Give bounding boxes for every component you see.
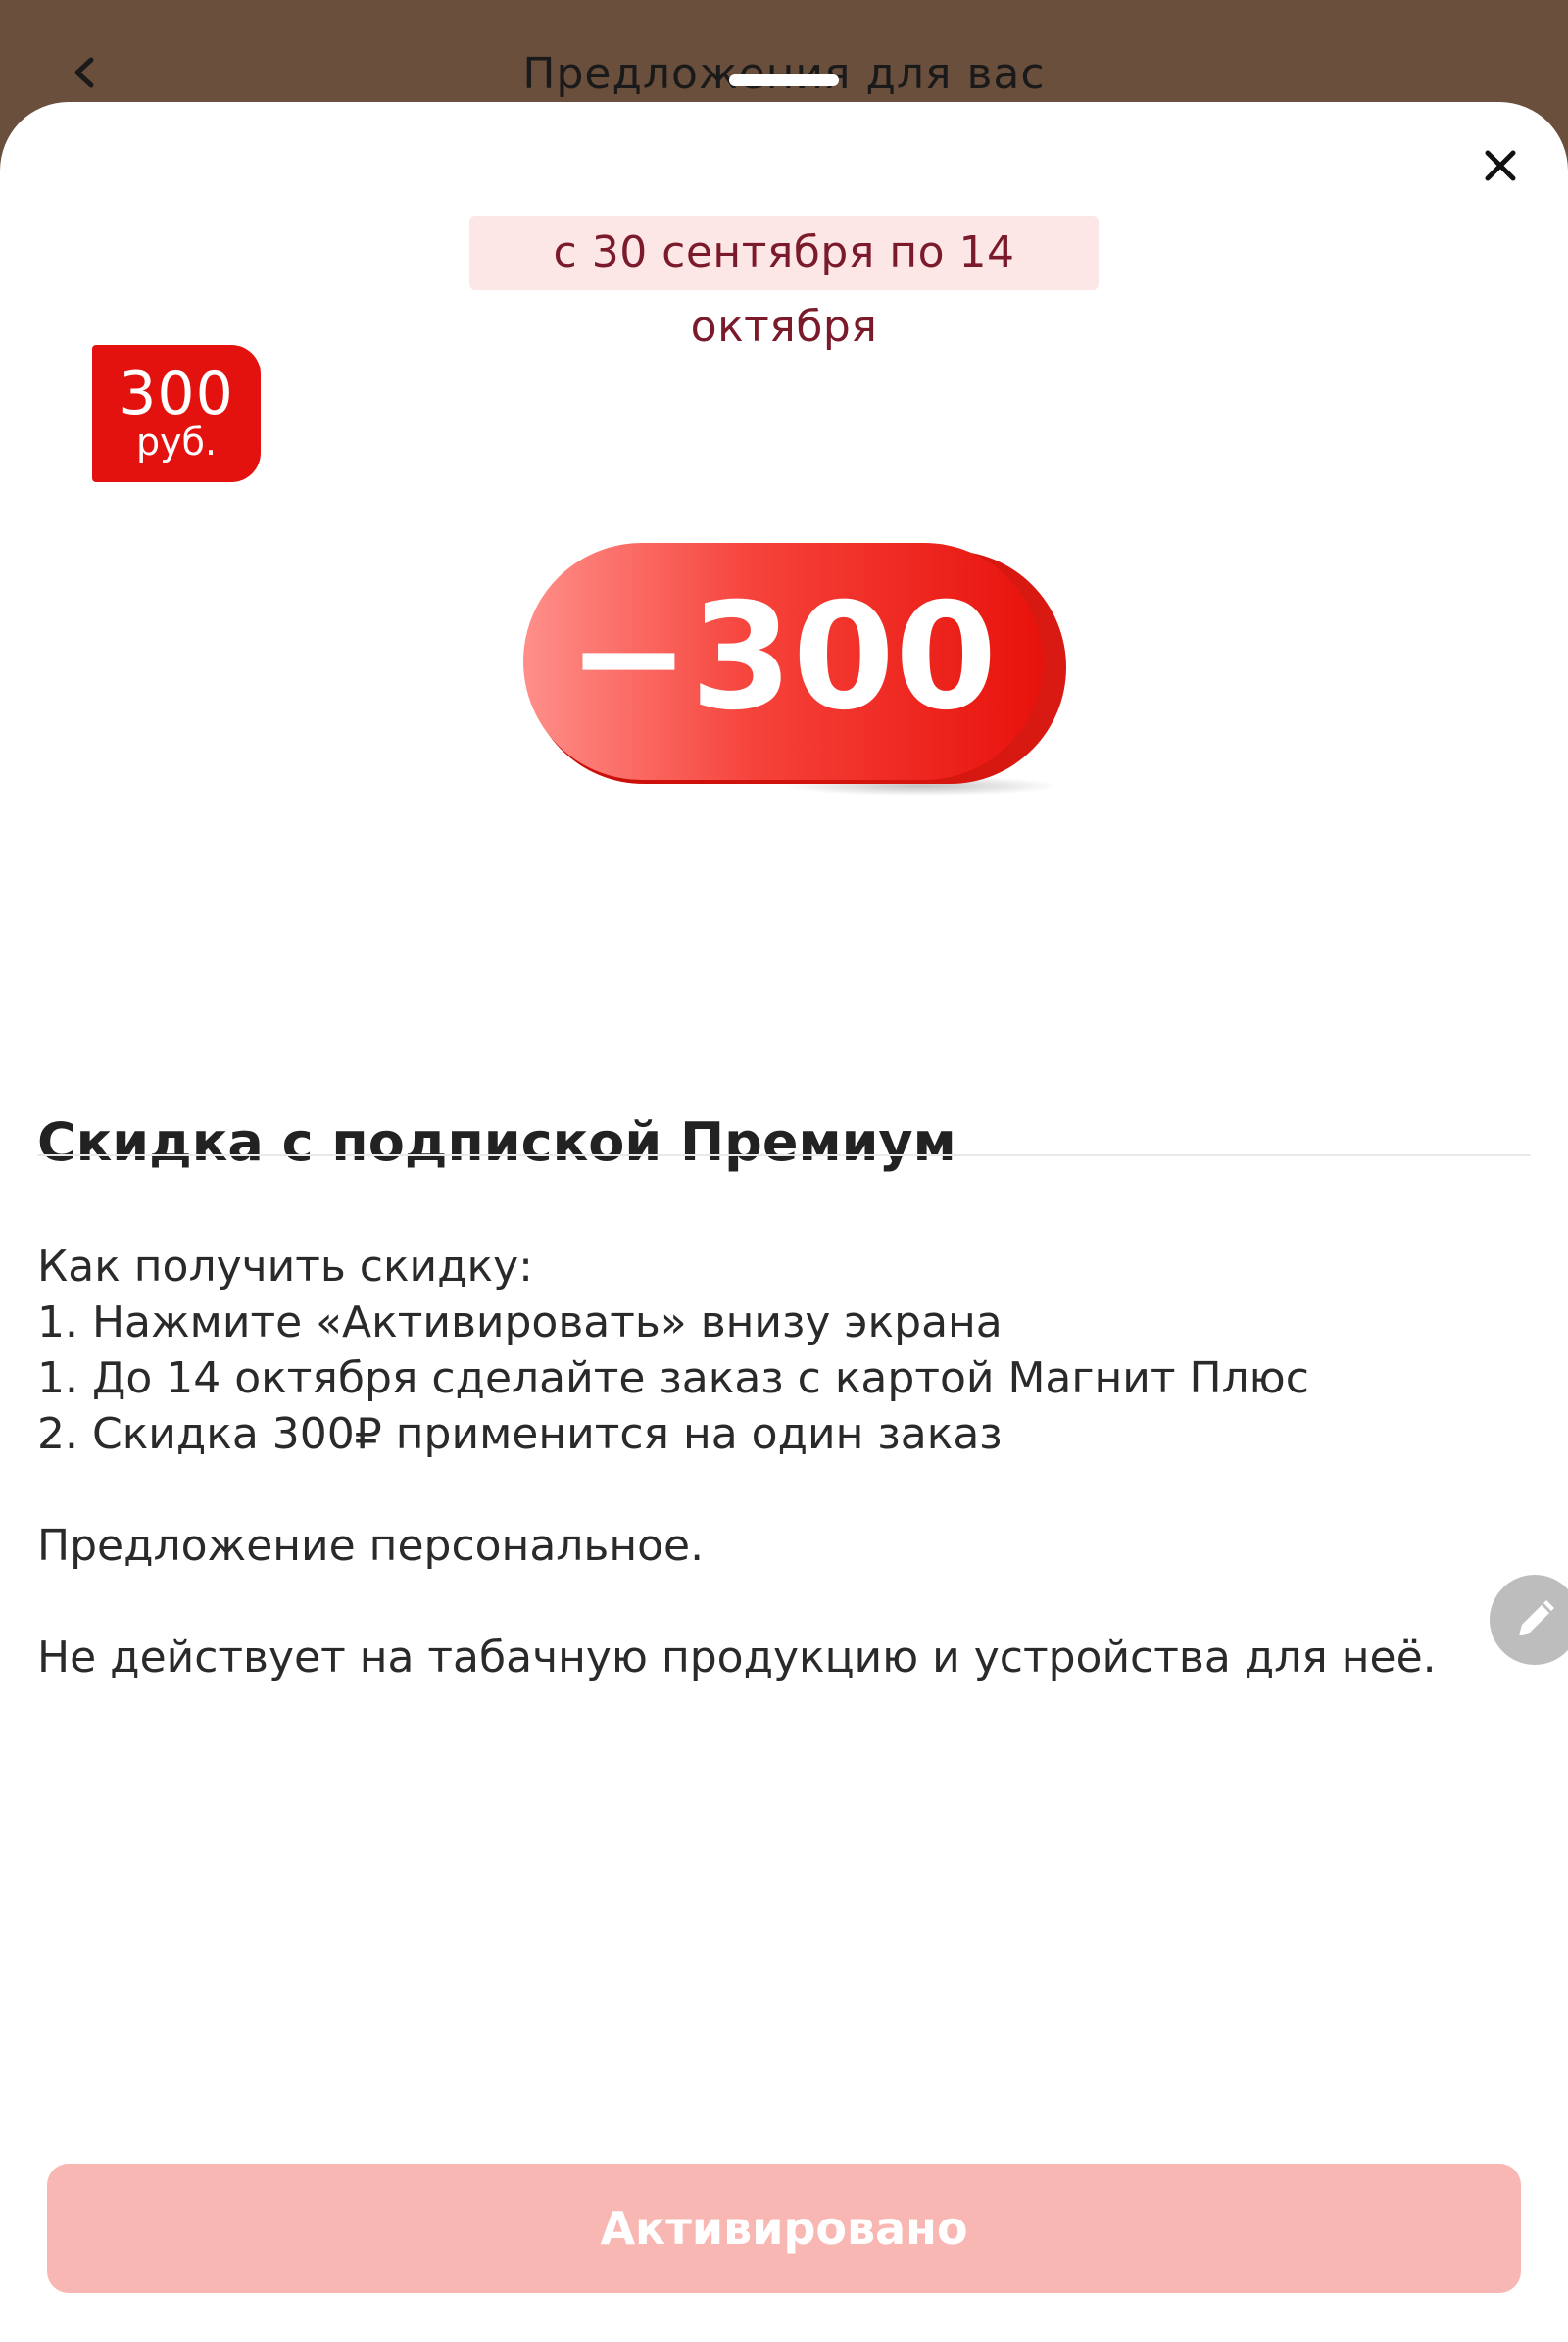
offer-title: Скидка с подпиской Премиум (37, 1111, 956, 1173)
offer-bottom-sheet: с 30 сентября по 14 октября 300 руб. −30… (0, 102, 1568, 2342)
edit-button[interactable] (1490, 1575, 1568, 1665)
offer-date-range: с 30 сентября по 14 октября (469, 216, 1099, 352)
badge-unit: руб. (135, 420, 218, 464)
description-line: 2. Скидка 300₽ применится на один заказ (37, 1409, 1003, 1459)
description-line: 1. До 14 октября сделайте заказ с картой… (37, 1353, 1309, 1403)
description-line: Предложение персональное. (37, 1521, 705, 1571)
description-line: Не действует на табачную продукцию и уст… (37, 1633, 1437, 1683)
activated-button[interactable]: Активировано (47, 2164, 1521, 2293)
badge-amount: 300 (119, 360, 234, 428)
sheet-drag-handle[interactable] (729, 74, 839, 86)
close-icon (1485, 150, 1516, 181)
divider (37, 1154, 1531, 1156)
description-line: 1. Нажмите «Активировать» внизу экрана (37, 1297, 1003, 1347)
close-button[interactable] (1476, 141, 1525, 190)
discount-illustration: −300 (523, 543, 1066, 796)
description-line: Как получить скидку: (37, 1242, 533, 1292)
offer-description: Как получить скидку: 1. Нажмите «Активир… (37, 1239, 1488, 1685)
pencil-icon (1519, 1600, 1554, 1635)
discount-badge: 300 руб. (92, 345, 261, 482)
discount-art-label: −300 (567, 572, 998, 743)
